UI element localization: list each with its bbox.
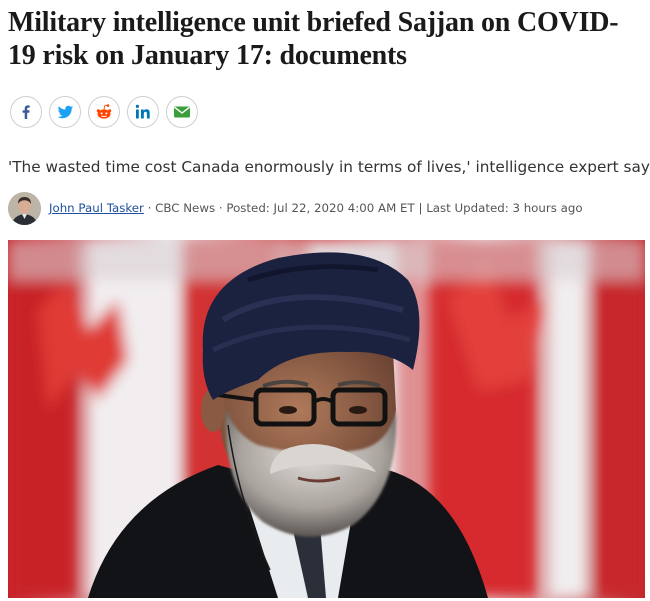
lead-photo[interactable] <box>8 240 645 598</box>
article-headline: Military intelligence unit briefed Sajja… <box>8 7 619 71</box>
author-avatar-image <box>8 191 41 225</box>
share-twitter-button[interactable] <box>49 96 81 128</box>
facebook-icon <box>22 105 30 119</box>
linkedin-icon <box>135 104 150 119</box>
byline-updated: Last Updated: 3 hours ago <box>426 201 583 215</box>
twitter-icon <box>57 105 73 118</box>
author-avatar[interactable] <box>8 191 41 225</box>
share-reddit-button[interactable] <box>88 96 120 128</box>
share-buttons <box>10 96 198 128</box>
byline-separator: · <box>143 201 156 215</box>
byline: John Paul Tasker · CBC News · Posted: Ju… <box>8 191 583 225</box>
share-facebook-button[interactable] <box>10 96 42 128</box>
reddit-icon <box>96 104 112 119</box>
email-icon <box>174 106 190 118</box>
article-deck: 'The wasted time cost Canada enormously … <box>8 158 650 176</box>
share-email-button[interactable] <box>166 96 198 128</box>
byline-posted: Posted: Jul 22, 2020 4:00 AM ET <box>226 201 415 215</box>
byline-separator: | <box>414 201 427 215</box>
share-linkedin-button[interactable] <box>127 96 159 128</box>
byline-source: CBC News <box>155 201 216 215</box>
lead-photo-image <box>8 240 645 598</box>
byline-text: John Paul Tasker · CBC News · Posted: Ju… <box>49 201 583 215</box>
byline-separator: · <box>215 201 227 215</box>
author-link[interactable]: John Paul Tasker <box>49 201 144 215</box>
